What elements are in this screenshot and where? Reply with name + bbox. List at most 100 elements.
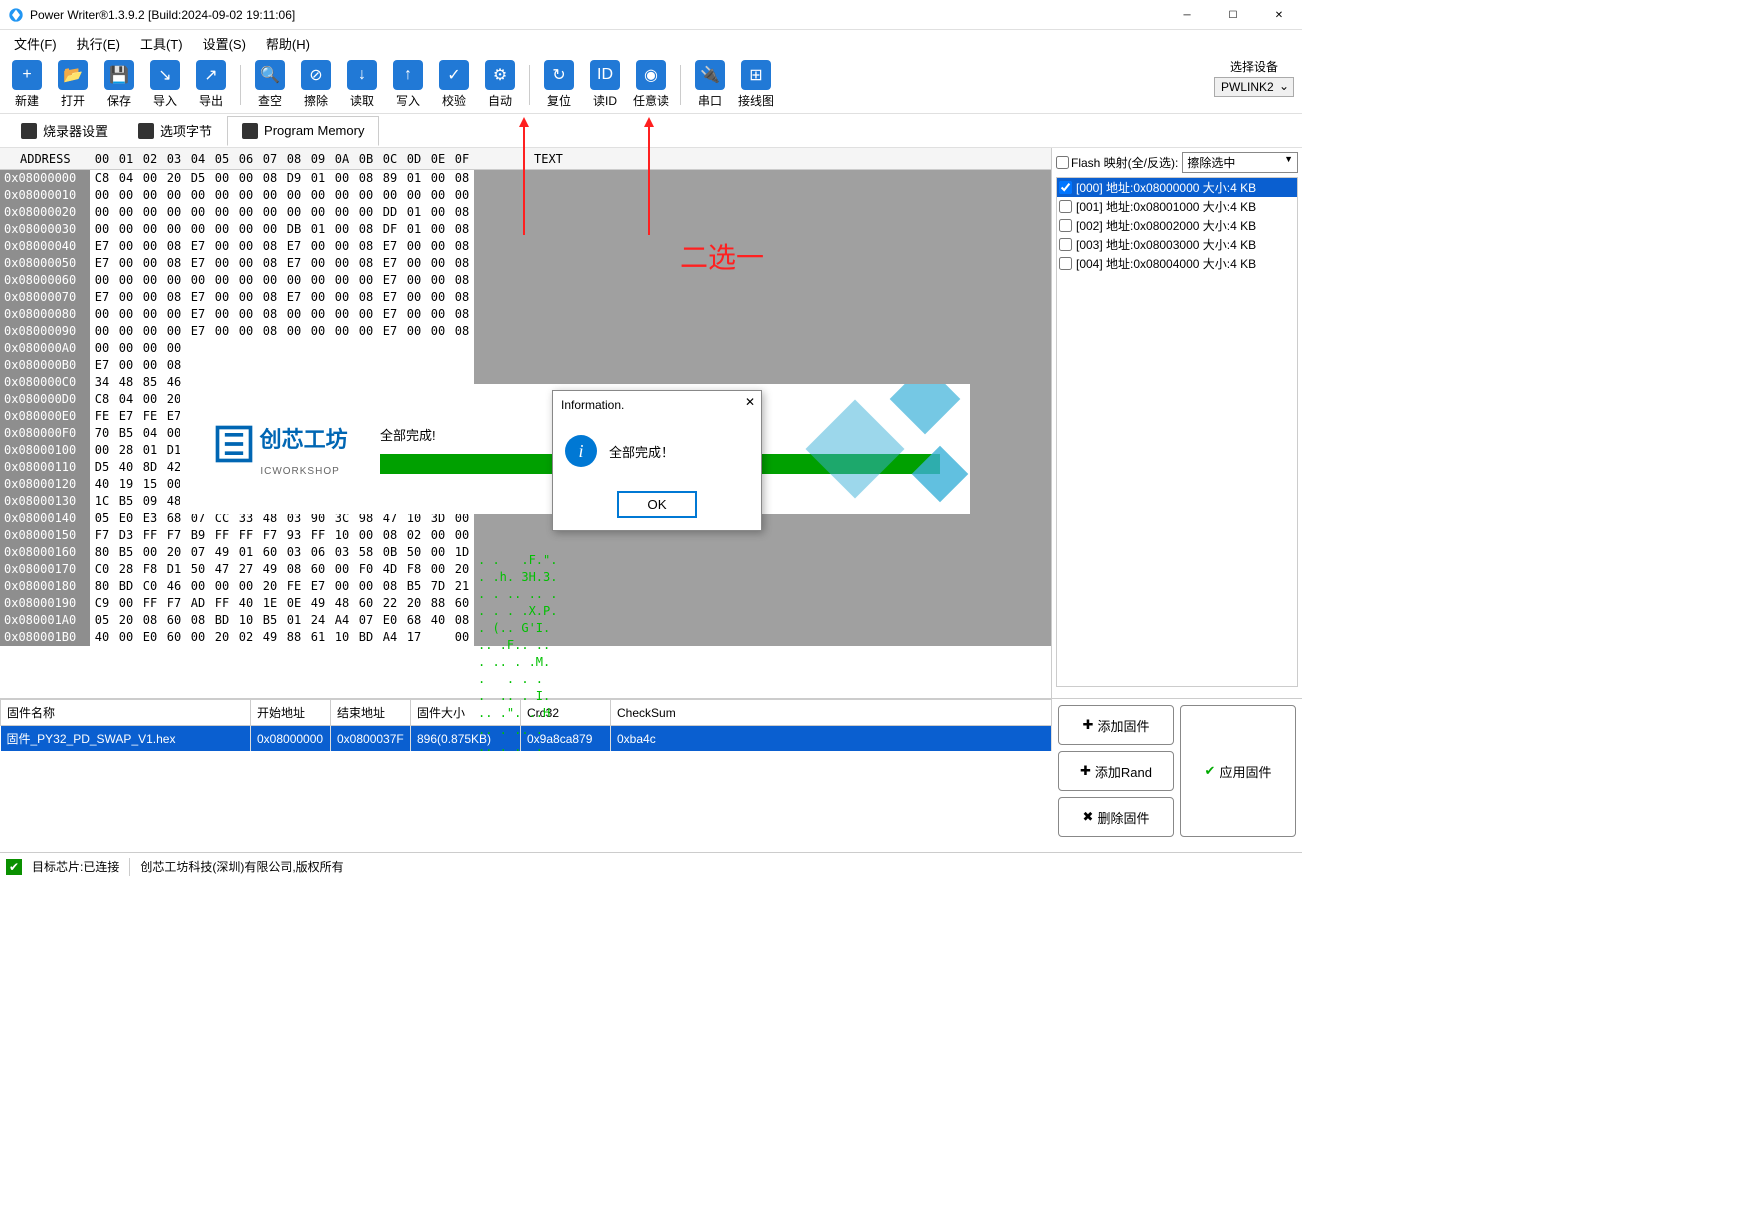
tool-icon: 📂 xyxy=(58,60,88,90)
toolbtn-读ID[interactable]: ID读ID xyxy=(583,58,627,112)
device-select-label: 选择设备 xyxy=(1214,58,1294,75)
close-button[interactable]: ✕ xyxy=(1256,0,1302,30)
toolbtn-校验[interactable]: ✓校验 xyxy=(432,58,476,112)
toolbtn-擦除[interactable]: ⊘擦除 xyxy=(294,58,338,112)
add-firmware-button[interactable]: ✚添加固件 xyxy=(1058,705,1174,745)
toolbtn-串口[interactable]: 🔌串口 xyxy=(688,58,732,112)
tool-icon: ID xyxy=(590,60,620,90)
tool-icon: 🔍 xyxy=(255,60,285,90)
tool-icon: ✓ xyxy=(439,60,469,90)
toolbtn-任意读[interactable]: ◉任意读 xyxy=(629,58,673,112)
hex-row[interactable]: 0x080000A000000000 xyxy=(0,340,1051,357)
menubar: 文件(F) 执行(E) 工具(T) 设置(S) 帮助(H) xyxy=(0,30,1302,56)
bytes-icon xyxy=(138,123,154,139)
flash-item[interactable]: [003] 地址:0x08003000 大小:4 KB xyxy=(1057,235,1297,254)
info-icon: i xyxy=(565,435,597,467)
tool-icon: + xyxy=(12,60,42,90)
device-combo[interactable]: PWLINK2 xyxy=(1214,77,1294,97)
memory-icon xyxy=(242,123,258,139)
toolbtn-导入[interactable]: ↘导入 xyxy=(143,58,187,112)
device-select: 选择设备 PWLINK2 xyxy=(1214,58,1294,97)
header-address: ADDRESS xyxy=(0,152,90,166)
flash-item[interactable]: [001] 地址:0x08001000 大小:4 KB xyxy=(1057,197,1297,216)
tab-option-bytes[interactable]: 选项字节 xyxy=(123,114,227,147)
info-dialog: Information. ✕ i 全部完成！ OK xyxy=(552,390,762,531)
menu-settings[interactable]: 设置(S) xyxy=(193,31,256,56)
hex-row[interactable]: 0x08000050E7000008E7000008E7000008E70000… xyxy=(0,255,1051,272)
flash-checkbox[interactable] xyxy=(1059,257,1072,270)
hex-header: ADDRESS 000102030405060708090A0B0C0D0E0F… xyxy=(0,148,1051,170)
ascii-overlay: . . .F.". . .h. 3H.3. . . .. .. . . . . … xyxy=(478,552,638,756)
header-text: TEXT xyxy=(474,152,1051,166)
flash-item[interactable]: [004] 地址:0x08004000 大小:4 KB xyxy=(1057,254,1297,273)
toolbtn-复位[interactable]: ↻复位 xyxy=(537,58,581,112)
dialog-close-button[interactable]: ✕ xyxy=(745,395,755,409)
menu-tools[interactable]: 工具(T) xyxy=(130,31,193,56)
x-icon: ✖ xyxy=(1083,809,1094,825)
toolbtn-自动[interactable]: ⚙自动 xyxy=(478,58,522,112)
menu-help[interactable]: 帮助(H) xyxy=(256,31,320,56)
flash-map-pane: Flash 映射(全/反选): 擦除选中 [000] 地址:0x08000000… xyxy=(1052,148,1302,698)
flash-checkbox[interactable] xyxy=(1059,181,1072,194)
logo: 创芯工坊 ICWORKSHOP xyxy=(180,422,380,477)
flashmap-checkbox[interactable] xyxy=(1056,156,1069,169)
app-icon xyxy=(8,7,24,23)
hex-row[interactable]: 0x0800009000000000E700000800000000E70000… xyxy=(0,323,1051,340)
hex-row[interactable]: 0x0800008000000000E700000800000000E70000… xyxy=(0,306,1051,323)
flashmap-toggle[interactable]: Flash 映射(全/反选): xyxy=(1056,154,1178,171)
decoration xyxy=(750,384,970,514)
hex-row[interactable]: 0x08000000C8040020D5000008D9010008890100… xyxy=(0,170,1051,187)
col-chk[interactable]: CheckSum xyxy=(611,700,1052,726)
col-end[interactable]: 结束地址 xyxy=(331,700,411,726)
annotation-text: 二选一 xyxy=(680,236,764,276)
gear-icon xyxy=(21,123,37,139)
dialog-title: Information. xyxy=(561,398,624,412)
tool-icon: 🔌 xyxy=(695,60,725,90)
menu-file[interactable]: 文件(F) xyxy=(4,31,67,56)
hex-row[interactable]: 0x080000300000000000000000DB010008DF0100… xyxy=(0,221,1051,238)
statusbar: ✔ 目标芯片:已连接 创芯工坊科技(深圳)有限公司,版权所有 xyxy=(0,852,1302,880)
hex-row[interactable]: 0x08000020000000000000000000000000DD0100… xyxy=(0,204,1051,221)
arrow-auto xyxy=(648,125,650,235)
maximize-button[interactable]: ☐ xyxy=(1210,0,1256,30)
title-text: Power Writer®1.3.9.2 [Build:2024-09-02 1… xyxy=(30,8,295,22)
toolbtn-读取[interactable]: ↓读取 xyxy=(340,58,384,112)
minimize-button[interactable]: ─ xyxy=(1164,0,1210,30)
flash-item[interactable]: [002] 地址:0x08002000 大小:4 KB xyxy=(1057,216,1297,235)
dialog-ok-button[interactable]: OK xyxy=(617,491,696,518)
flash-list[interactable]: [000] 地址:0x08000000 大小:4 KB[001] 地址:0x08… xyxy=(1056,177,1298,687)
tab-program-memory[interactable]: Program Memory xyxy=(227,116,379,146)
tool-icon: 💾 xyxy=(104,60,134,90)
erase-mode-combo[interactable]: 擦除选中 xyxy=(1182,152,1298,173)
hex-row[interactable]: 0x08000060000000000000000000000000E70000… xyxy=(0,272,1051,289)
tab-burner-settings[interactable]: 烧录器设置 xyxy=(6,114,123,147)
toolbtn-导出[interactable]: ↗导出 xyxy=(189,58,233,112)
hex-row[interactable]: 0x08000040E7000008E7000008E7000008E70000… xyxy=(0,238,1051,255)
toolbtn-接线图[interactable]: ⊞接线图 xyxy=(734,58,778,112)
flash-checkbox[interactable] xyxy=(1059,219,1072,232)
apply-firmware-button[interactable]: ✔应用固件 xyxy=(1180,705,1296,837)
hex-row[interactable]: 0x080000B0E7000008 xyxy=(0,357,1051,374)
hex-row[interactable]: 0x08000070E7000008E7000008E7000008E70000… xyxy=(0,289,1051,306)
tool-icon: ⊘ xyxy=(301,60,331,90)
status-company: 创芯工坊科技(深圳)有限公司,版权所有 xyxy=(140,858,343,875)
add-rand-button[interactable]: ✚添加Rand xyxy=(1058,751,1174,791)
toolbtn-打开[interactable]: 📂打开 xyxy=(51,58,95,112)
col-name[interactable]: 固件名称 xyxy=(1,700,251,726)
connected-icon: ✔ xyxy=(6,859,22,875)
tool-icon: ↘ xyxy=(150,60,180,90)
flash-item[interactable]: [000] 地址:0x08000000 大小:4 KB xyxy=(1057,178,1297,197)
hex-row[interactable]: 0x08000150F7D3FFF7B9FFFFF793FF1000080200… xyxy=(0,527,1051,544)
hex-row[interactable]: 0x08000010000000000000000000000000000000… xyxy=(0,187,1051,204)
toolbtn-查空[interactable]: 🔍查空 xyxy=(248,58,292,112)
flash-checkbox[interactable] xyxy=(1059,238,1072,251)
toolbtn-保存[interactable]: 💾保存 xyxy=(97,58,141,112)
tool-icon: ↓ xyxy=(347,60,377,90)
dialog-titlebar: Information. ✕ xyxy=(553,391,761,419)
toolbtn-新建[interactable]: +新建 xyxy=(5,58,49,112)
flash-checkbox[interactable] xyxy=(1059,200,1072,213)
toolbtn-写入[interactable]: ↑写入 xyxy=(386,58,430,112)
menu-exec[interactable]: 执行(E) xyxy=(67,31,130,56)
delete-firmware-button[interactable]: ✖删除固件 xyxy=(1058,797,1174,837)
col-start[interactable]: 开始地址 xyxy=(251,700,331,726)
